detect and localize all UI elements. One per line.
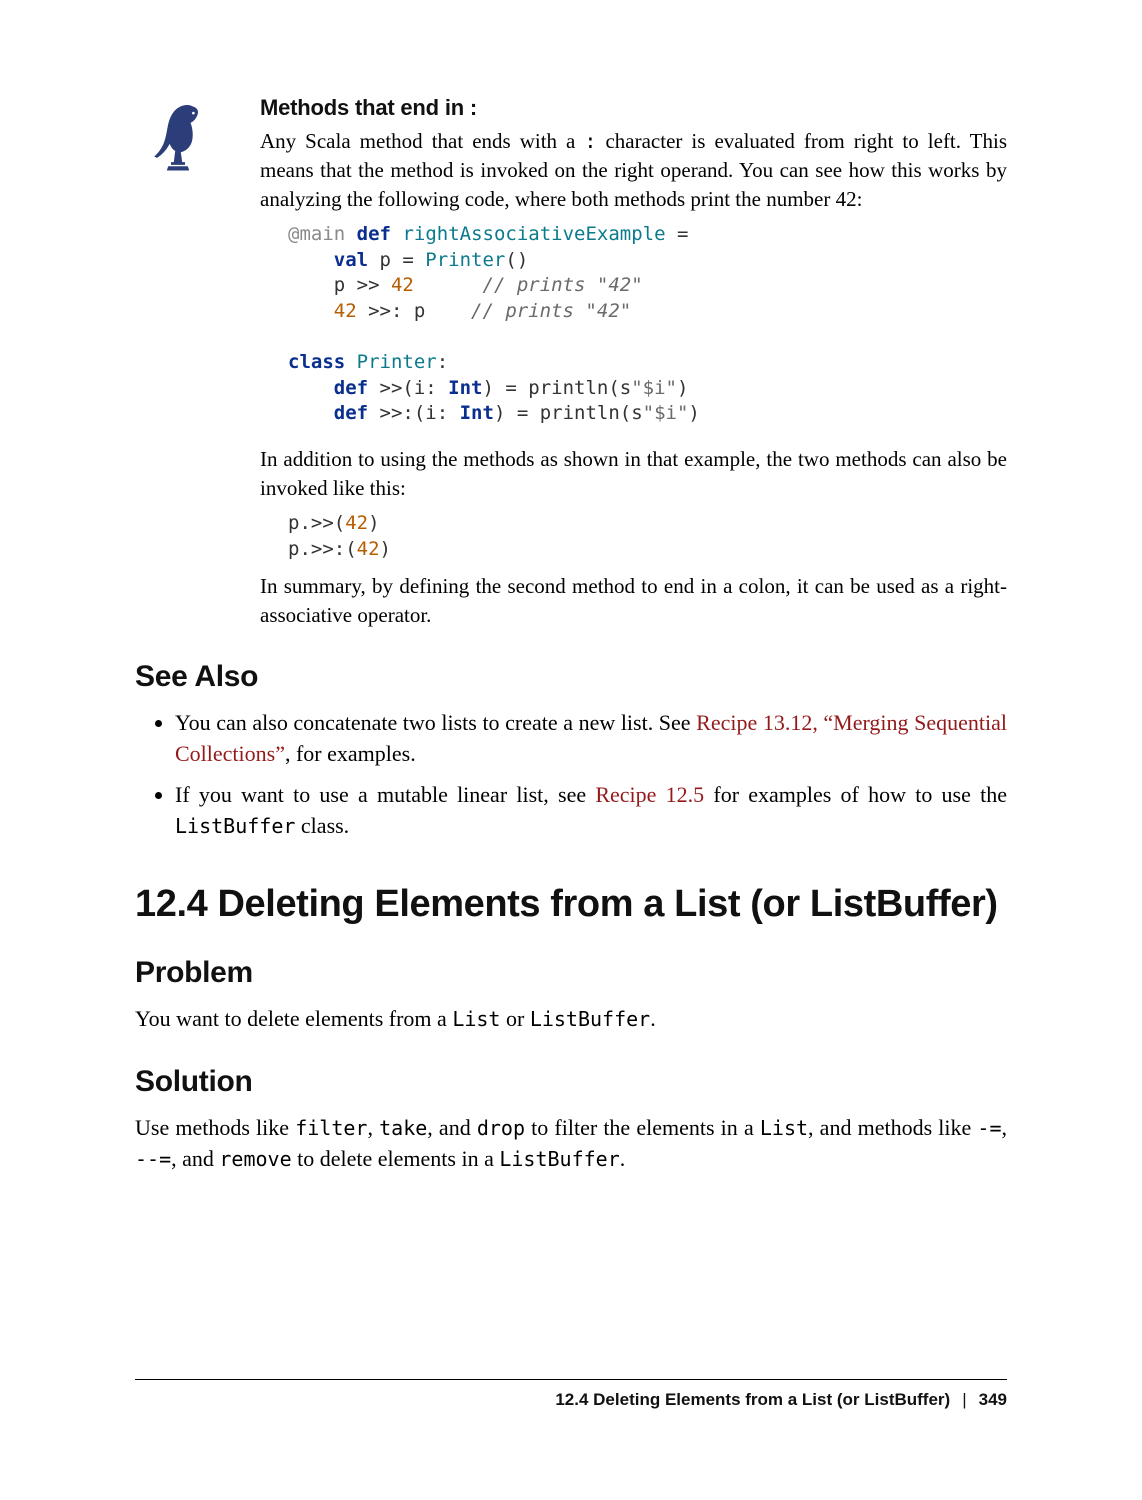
note-title: Methods that end in : xyxy=(260,95,1007,121)
code-block-2: p.>>(42) p.>>:(42) xyxy=(288,511,1007,562)
inline-code: : xyxy=(584,129,596,153)
code-block-1: @main def rightAssociativeExample = val … xyxy=(288,222,1007,427)
note-text: Methods that end in : Any Scala method t… xyxy=(228,95,1007,437)
list-item: If you want to use a mutable linear list… xyxy=(175,780,1007,842)
note-para-1: Any Scala method that ends with a : char… xyxy=(260,127,1007,214)
inline-code: ListBuffer xyxy=(499,1147,619,1171)
raven-icon xyxy=(135,95,228,194)
see-also-heading: See Also xyxy=(135,660,1007,694)
note-para-2: In addition to using the methods as show… xyxy=(260,445,1007,503)
page-number: 349 xyxy=(979,1390,1007,1409)
footer-separator: | xyxy=(962,1390,966,1409)
inline-code: ListBuffer xyxy=(530,1007,650,1031)
problem-text: You want to delete elements from a List … xyxy=(135,1004,1007,1035)
inline-code: filter xyxy=(295,1116,367,1140)
problem-heading: Problem xyxy=(135,956,1007,990)
section-heading: 12.4 Deleting Elements from a List (or L… xyxy=(135,883,1007,926)
inline-code: ListBuffer xyxy=(175,814,295,838)
note-para-3: In summary, by defining the second metho… xyxy=(260,572,1007,630)
inline-code: -= xyxy=(977,1116,1001,1140)
note-continuation: In addition to using the methods as show… xyxy=(260,445,1007,630)
inline-code: --= xyxy=(135,1147,171,1171)
page: Methods that end in : Any Scala method t… xyxy=(0,0,1142,1500)
inline-code: drop xyxy=(477,1116,525,1140)
footer-title: 12.4 Deleting Elements from a List (or L… xyxy=(555,1390,950,1409)
solution-heading: Solution xyxy=(135,1065,1007,1099)
note-block: Methods that end in : Any Scala method t… xyxy=(135,95,1007,437)
link-recipe-12-5[interactable]: Recipe 12.5 xyxy=(595,782,704,807)
inline-code: remove xyxy=(219,1147,291,1171)
page-footer: 12.4 Deleting Elements from a List (or L… xyxy=(135,1379,1007,1410)
list-item: You can also concatenate two lists to cr… xyxy=(175,708,1007,770)
solution-text: Use methods like filter, take, and drop … xyxy=(135,1113,1007,1175)
inline-code: List xyxy=(452,1007,500,1031)
inline-code: take xyxy=(379,1116,427,1140)
inline-code: List xyxy=(760,1116,808,1140)
see-also-list: You can also concatenate two lists to cr… xyxy=(135,708,1007,841)
